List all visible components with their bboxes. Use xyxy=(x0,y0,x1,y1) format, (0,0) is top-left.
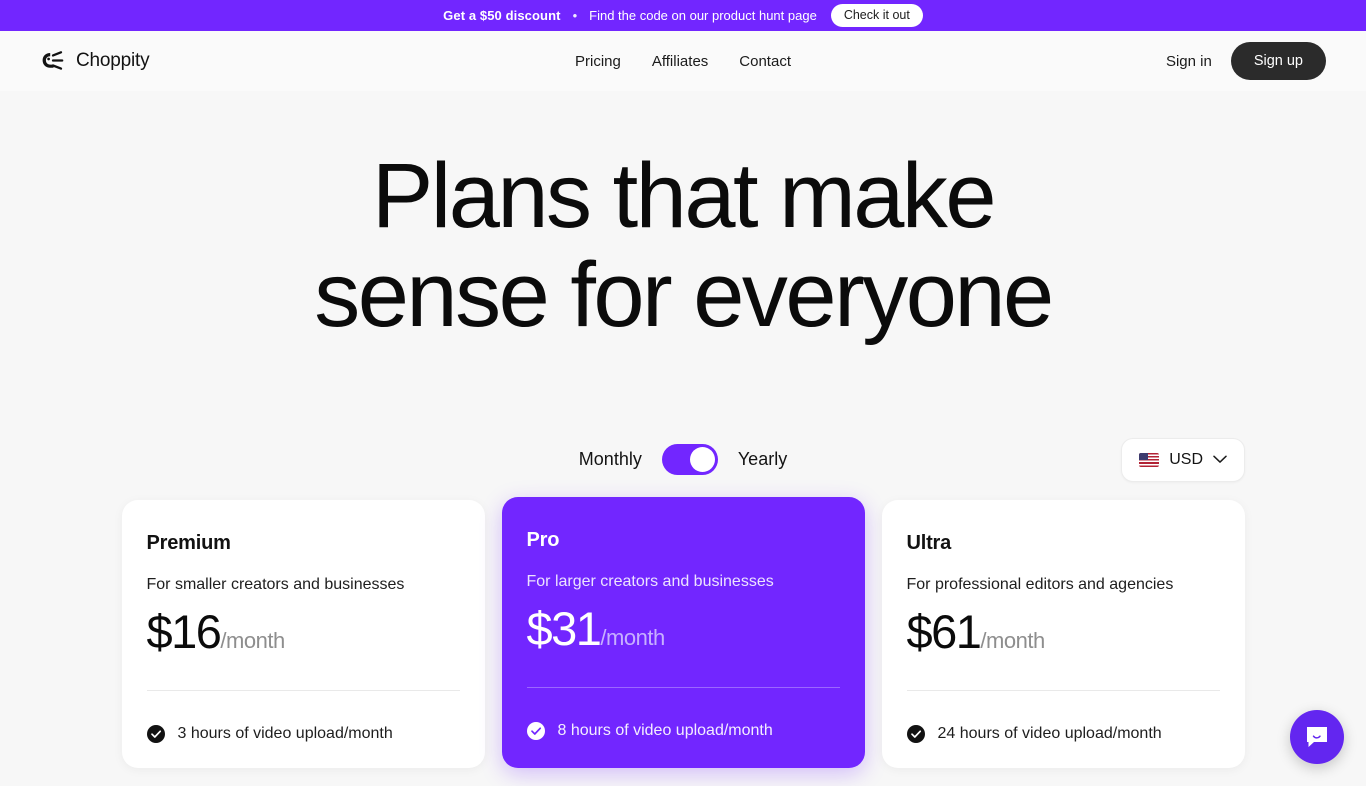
billing-period-toggle-group: Monthly Yearly xyxy=(579,444,787,476)
promo-subtext: Find the code on our product hunt page xyxy=(589,8,817,23)
plan-price: $16 /month xyxy=(147,608,460,655)
brand-logo[interactable]: Choppity xyxy=(40,50,150,72)
plan-description: For smaller creators and businesses xyxy=(146,575,405,593)
page-title-line-1: Plans that make xyxy=(371,145,997,247)
nav-link-affiliates[interactable]: Affiliates xyxy=(652,53,708,70)
nav-link-pricing[interactable]: Pricing xyxy=(575,53,621,70)
pricing-controls: Monthly Yearly USD xyxy=(0,432,1366,488)
switch-knob xyxy=(689,447,715,473)
plan-price: $31 /month xyxy=(527,605,840,652)
plan-feature-item: 24 hours of video upload/month xyxy=(906,724,1220,743)
pricing-card-premium[interactable]: Premium For smaller creators and busines… xyxy=(121,499,485,768)
plan-name: Premium xyxy=(146,531,231,554)
us-flag-icon xyxy=(1139,452,1160,467)
chat-launcher-button[interactable] xyxy=(1290,710,1344,764)
main-navbar: Choppity Pricing Affiliates Contact Sign… xyxy=(0,31,1366,91)
plan-price-amount: $61 xyxy=(906,604,982,658)
plan-price-amount: $31 xyxy=(526,601,602,655)
chevron-down-icon xyxy=(1213,451,1227,469)
plan-feature-label: 24 hours of video upload/month xyxy=(937,724,1162,742)
pricing-card-pro[interactable]: Pro For larger creators and businesses $… xyxy=(501,496,865,768)
sign-up-button[interactable]: Sign up xyxy=(1230,42,1326,80)
plan-price-period: /month xyxy=(980,627,1045,653)
billing-period-switch[interactable] xyxy=(661,444,718,476)
card-divider xyxy=(146,689,460,691)
plan-feature-item: 3 hours of video upload/month xyxy=(146,724,460,743)
card-divider xyxy=(906,689,1220,691)
page-title: Plans that make sense for everyone xyxy=(0,145,1366,347)
billing-yearly-label[interactable]: Yearly xyxy=(738,449,787,470)
plan-feature-label: 3 hours of video upload/month xyxy=(177,724,393,742)
hand-scissors-logo-icon xyxy=(40,50,66,72)
nav-links: Pricing Affiliates Contact xyxy=(575,53,791,70)
pricing-cards: Premium For smaller creators and busines… xyxy=(0,496,1366,768)
brand-name: Choppity xyxy=(76,50,150,71)
promo-separator: • xyxy=(572,8,578,23)
card-divider xyxy=(526,686,840,688)
plan-name: Pro xyxy=(526,528,560,551)
plan-description: For larger creators and businesses xyxy=(526,572,774,590)
page-title-line-2: sense for everyone xyxy=(314,244,1054,347)
check-circle-icon xyxy=(146,724,165,743)
currency-code-label: USD xyxy=(1169,450,1203,468)
nav-link-contact[interactable]: Contact xyxy=(739,53,791,70)
billing-monthly-label[interactable]: Monthly xyxy=(579,449,642,470)
plan-feature-label: 8 hours of video upload/month xyxy=(557,721,773,739)
plan-name: Ultra xyxy=(906,531,952,554)
promo-banner: Get a $50 discount • Find the code on ou… xyxy=(0,0,1366,31)
chat-bubble-smile-icon xyxy=(1304,724,1330,750)
hero-section: Plans that make sense for everyone xyxy=(0,91,1366,346)
currency-selector[interactable]: USD xyxy=(1121,437,1245,482)
check-circle-icon xyxy=(526,721,545,740)
promo-cta-button[interactable]: Check it out xyxy=(830,3,923,28)
plan-description: For professional editors and agencies xyxy=(906,575,1174,593)
plan-price: $61 /month xyxy=(907,608,1220,655)
plan-price-period: /month xyxy=(600,624,665,650)
check-circle-icon xyxy=(906,724,925,743)
pricing-card-ultra[interactable]: Ultra For professional editors and agenc… xyxy=(881,499,1245,768)
nav-actions: Sign in Sign up xyxy=(1166,42,1326,80)
plan-feature-item: 8 hours of video upload/month xyxy=(526,721,840,740)
plan-price-amount: $16 xyxy=(146,604,222,658)
promo-headline: Get a $50 discount xyxy=(443,8,561,23)
sign-in-link[interactable]: Sign in xyxy=(1166,53,1212,70)
plan-price-period: /month xyxy=(220,627,285,653)
